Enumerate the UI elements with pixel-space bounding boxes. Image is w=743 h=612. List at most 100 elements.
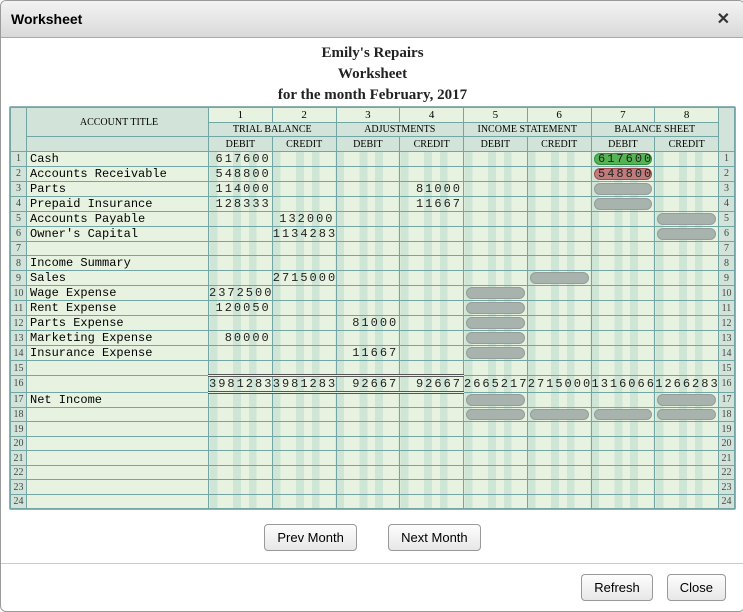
tb-c[interactable] <box>272 392 336 407</box>
balance-sheet-credit-total[interactable]: 1266283 <box>655 375 719 392</box>
trial-balance-credit[interactable] <box>272 286 336 301</box>
balance-sheet-credit[interactable] <box>655 392 719 407</box>
account-title[interactable] <box>27 465 209 480</box>
balance-sheet-debit[interactable]: 617600 <box>591 151 655 166</box>
balance-sheet-credit[interactable] <box>655 316 719 331</box>
adjustments-credit[interactable] <box>400 211 464 226</box>
money-cell[interactable] <box>591 422 655 437</box>
money-cell[interactable] <box>336 480 400 495</box>
balance-sheet-credit[interactable] <box>655 301 719 316</box>
account-title[interactable] <box>27 407 209 422</box>
trial-balance-credit[interactable] <box>272 331 336 346</box>
adjustments-credit[interactable] <box>400 346 464 361</box>
money-cell[interactable] <box>209 465 273 480</box>
balance-sheet-debit[interactable] <box>591 392 655 407</box>
adjustments-debit[interactable] <box>336 166 400 181</box>
income-stmt-credit[interactable] <box>527 226 591 241</box>
income-stmt-credit[interactable] <box>527 346 591 361</box>
income-stmt-credit[interactable] <box>527 407 591 422</box>
income-stmt-debit[interactable] <box>464 361 528 376</box>
adj-c[interactable] <box>400 407 464 422</box>
trial-balance-credit[interactable] <box>272 316 336 331</box>
money-cell[interactable] <box>591 465 655 480</box>
trial-balance-credit[interactable] <box>272 151 336 166</box>
account-title[interactable] <box>27 422 209 437</box>
money-cell[interactable] <box>464 436 528 451</box>
adjustments-credit[interactable] <box>400 361 464 376</box>
money-cell[interactable] <box>464 480 528 495</box>
balance-sheet-credit[interactable] <box>655 241 719 256</box>
tb-d[interactable] <box>209 407 273 422</box>
money-cell[interactable] <box>336 494 400 509</box>
balance-sheet-debit[interactable] <box>591 241 655 256</box>
money-cell[interactable] <box>209 494 273 509</box>
money-cell[interactable] <box>272 494 336 509</box>
income-stmt-debit[interactable] <box>464 226 528 241</box>
money-cell[interactable] <box>400 451 464 466</box>
trial-balance-debit[interactable] <box>209 346 273 361</box>
adjustments-debit[interactable]: 11667 <box>336 346 400 361</box>
balance-sheet-debit[interactable]: 548800 <box>591 166 655 181</box>
trial-balance-debit[interactable] <box>209 256 273 271</box>
money-cell[interactable] <box>655 465 719 480</box>
money-cell[interactable] <box>400 436 464 451</box>
adjustments-credit[interactable] <box>400 151 464 166</box>
account-title[interactable]: Accounts Payable <box>27 211 209 226</box>
balance-sheet-debit[interactable] <box>591 316 655 331</box>
account-title[interactable]: Marketing Expense <box>27 331 209 346</box>
trial-balance-credit[interactable] <box>272 241 336 256</box>
money-cell[interactable] <box>464 494 528 509</box>
account-title[interactable]: Parts <box>27 181 209 196</box>
income-stmt-credit[interactable] <box>527 286 591 301</box>
trial-balance-credit[interactable] <box>272 181 336 196</box>
money-cell[interactable] <box>591 480 655 495</box>
money-cell[interactable] <box>336 436 400 451</box>
account-title[interactable]: Sales <box>27 271 209 286</box>
account-title[interactable]: Net Income <box>27 392 209 407</box>
balance-sheet-credit[interactable] <box>655 346 719 361</box>
balance-sheet-credit[interactable] <box>655 361 719 376</box>
trial-balance-debit[interactable]: 128333 <box>209 196 273 211</box>
balance-sheet-debit-total[interactable]: 1316066 <box>591 375 655 392</box>
income-stmt-credit[interactable] <box>527 316 591 331</box>
account-title[interactable]: Owner's Capital <box>27 226 209 241</box>
account-title[interactable]: Insurance Expense <box>27 346 209 361</box>
adjustments-credit[interactable]: 11667 <box>400 196 464 211</box>
adjustments-debit[interactable] <box>336 196 400 211</box>
adjustments-credit[interactable] <box>400 226 464 241</box>
income-stmt-debit[interactable] <box>464 346 528 361</box>
income-stmt-debit[interactable] <box>464 211 528 226</box>
income-stmt-debit[interactable] <box>464 271 528 286</box>
money-cell[interactable] <box>527 422 591 437</box>
account-title[interactable]: Accounts Receivable <box>27 166 209 181</box>
trial-balance-debit[interactable] <box>209 271 273 286</box>
adj-c[interactable] <box>400 392 464 407</box>
adjustments-credit[interactable] <box>400 316 464 331</box>
account-title[interactable]: Parts Expense <box>27 316 209 331</box>
money-cell[interactable] <box>209 436 273 451</box>
money-cell[interactable] <box>464 422 528 437</box>
trial-balance-debit[interactable] <box>209 241 273 256</box>
adjustments-credit-total[interactable]: 92667 <box>400 375 464 392</box>
trial-balance-debit[interactable]: 80000 <box>209 331 273 346</box>
balance-sheet-credit[interactable] <box>655 271 719 286</box>
trial-balance-credit[interactable]: 132000 <box>272 211 336 226</box>
balance-sheet-debit[interactable] <box>591 196 655 211</box>
trial-balance-credit[interactable] <box>272 301 336 316</box>
refresh-button[interactable]: Refresh <box>581 574 653 601</box>
income-stmt-debit[interactable] <box>464 241 528 256</box>
balance-sheet-credit[interactable] <box>655 151 719 166</box>
money-cell[interactable] <box>464 451 528 466</box>
adjustments-debit[interactable] <box>336 226 400 241</box>
account-title[interactable] <box>27 241 209 256</box>
money-cell[interactable] <box>400 480 464 495</box>
money-cell[interactable] <box>336 422 400 437</box>
balance-sheet-debit[interactable] <box>591 361 655 376</box>
trial-balance-credit[interactable] <box>272 361 336 376</box>
adjustments-debit[interactable] <box>336 256 400 271</box>
money-cell[interactable] <box>209 422 273 437</box>
trial-balance-debit[interactable] <box>209 226 273 241</box>
income-stmt-credit[interactable] <box>527 196 591 211</box>
balance-sheet-credit[interactable] <box>655 407 719 422</box>
account-title[interactable]: Prepaid Insurance <box>27 196 209 211</box>
